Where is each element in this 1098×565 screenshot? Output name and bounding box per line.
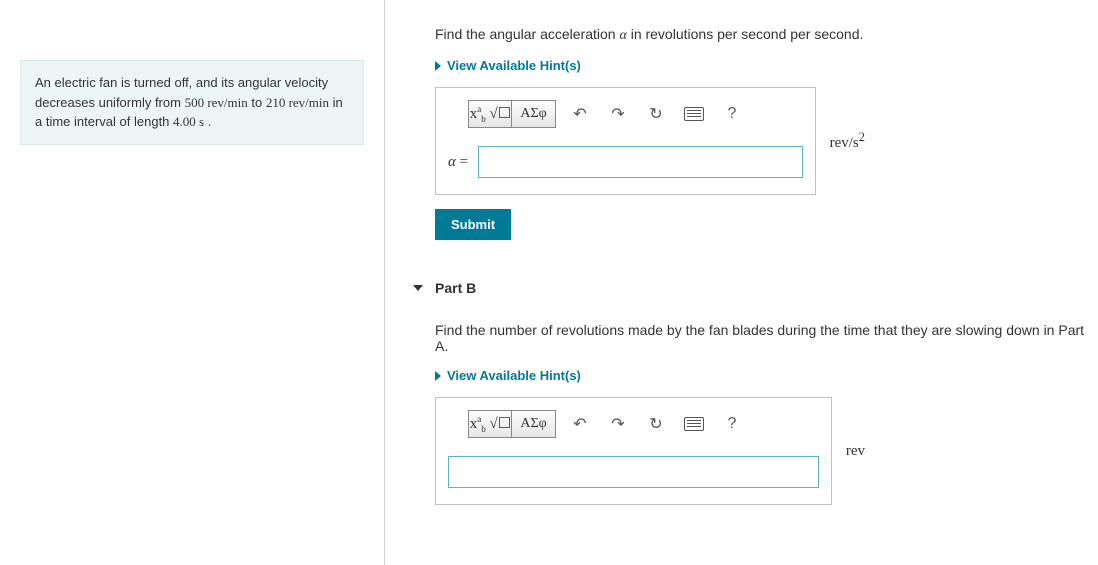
undo-button[interactable]: ↶ [566,102,594,126]
redo-button[interactable]: ↷ [604,102,632,126]
answer-input-b[interactable] [448,456,819,488]
problem-val2: 210 rev/min [266,95,329,110]
keyboard-icon [684,107,704,121]
unit-label-b: rev [846,443,865,460]
answer-input-a[interactable] [478,146,802,178]
sqrt-icon: xab √☐ [470,414,511,434]
sqrt-icon: xab √☐ [470,104,511,124]
problem-text: . [204,114,211,129]
part-b-header[interactable]: Part B [413,280,476,296]
view-hints-link[interactable]: View Available Hint(s) [435,58,581,73]
problem-val3: 4.00 s [173,114,204,129]
caret-down-icon [413,285,423,291]
help-button[interactable]: ? [718,102,746,126]
reset-button[interactable]: ↻ [642,102,670,126]
problem-statement: An electric fan is turned off, and its a… [20,60,364,145]
part-b-title: Part B [435,280,476,296]
hints-label: View Available Hint(s) [447,368,581,383]
part-b-prompt: Find the number of revolutions made by t… [435,316,1088,368]
greek-button[interactable]: ΑΣφ [512,410,556,438]
keyboard-button[interactable] [680,102,708,126]
greek-button[interactable]: ΑΣφ [512,100,556,128]
keyboard-icon [684,417,704,431]
unit-label-a: rev/s2 [830,130,865,152]
hints-label: View Available Hint(s) [447,58,581,73]
part-a-prompt: Find the angular acceleration α in revol… [435,20,1088,58]
redo-button[interactable]: ↷ [604,412,632,436]
answer-box-b: xab √☐ ΑΣφ ↶ ↷ ↻ ? [435,397,832,505]
problem-val1: 500 rev/min [185,95,248,110]
undo-button[interactable]: ↶ [566,412,594,436]
problem-text: to [248,95,266,110]
caret-right-icon [435,371,441,381]
answer-box-a: xab √☐ ΑΣφ ↶ ↷ ↻ ? α = [435,87,816,195]
keyboard-button[interactable] [680,412,708,436]
reset-button[interactable]: ↻ [642,412,670,436]
help-button[interactable]: ? [718,412,746,436]
prompt-text: in revolutions per second per second. [627,26,864,42]
prompt-var: α [619,28,626,43]
equation-toolbar: xab √☐ ΑΣφ ↶ ↷ ↻ ? [468,100,803,128]
part-a: Find the angular acceleration α in revol… [435,20,1088,240]
caret-right-icon [435,61,441,71]
equation-toolbar-b: xab √☐ ΑΣφ ↶ ↷ ↻ ? [468,410,819,438]
part-b: Part B Find the number of revolutions ma… [435,280,1088,505]
submit-button[interactable]: Submit [435,209,511,240]
variable-label: α = [448,154,468,171]
view-hints-link-b[interactable]: View Available Hint(s) [435,368,581,383]
prompt-text: Find the angular acceleration [435,26,619,42]
templates-button[interactable]: xab √☐ [468,100,512,128]
templates-button[interactable]: xab √☐ [468,410,512,438]
